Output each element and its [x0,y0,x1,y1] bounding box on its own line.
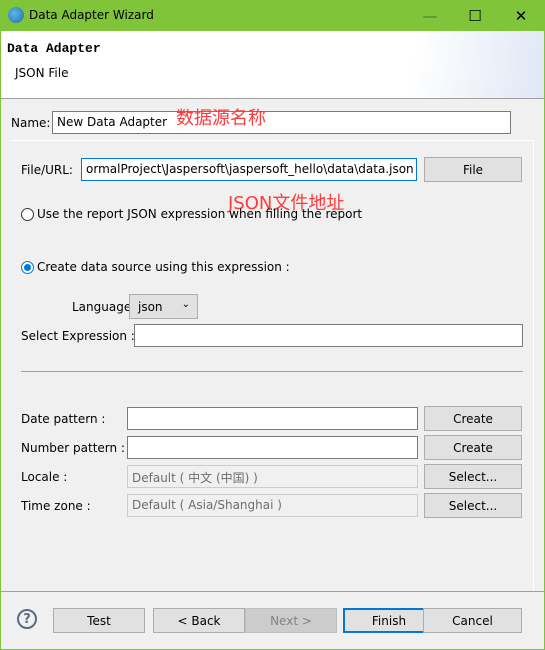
date-pattern-input[interactable] [127,407,418,430]
finish-button[interactable]: Finish [343,608,435,633]
jaspersoft-app-icon [8,7,24,23]
file-button[interactable]: File [424,157,522,182]
date-pattern-label: Date pattern : [21,412,106,426]
time-zone-select-button[interactable]: Select... [424,493,522,518]
radio-create-label: Create data source using this expression… [37,260,290,274]
minimize-button[interactable]: — [407,0,453,31]
file-url-input[interactable]: ormalProject\Jaspersoft\jaspersoft_hello… [81,158,417,181]
radio-create-data-source[interactable] [21,261,34,274]
next-button: Next > [245,608,337,633]
locale-label: Locale : [21,470,68,484]
separator [21,371,523,372]
header-subtitle: JSON File [15,66,69,80]
radio-use-report-expression[interactable] [21,208,34,221]
header-title: Data Adapter [7,41,101,56]
test-button[interactable]: Test [53,608,145,633]
title-bar: Data Adapter Wizard — ☐ ✕ [0,0,545,31]
name-annotation: 数据源名称 [176,108,266,129]
chevron-down-icon: ⌄ [181,299,190,310]
help-icon[interactable]: ? [17,609,37,629]
footer-separator [1,591,544,592]
number-pattern-input[interactable] [127,436,418,459]
time-zone-label: Time zone : [21,499,91,513]
select-expression-input[interactable] [134,324,523,347]
close-button[interactable]: ✕ [498,0,544,31]
name-input[interactable]: New Data Adapter [52,111,511,134]
name-label: Name: [11,116,51,130]
back-button[interactable]: < Back [153,608,245,633]
select-expression-label: Select Expression : [21,329,135,343]
wizard-header: Data Adapter JSON File [1,31,544,99]
language-label: Language [72,300,132,314]
language-select[interactable]: json ⌄ [129,294,198,319]
date-pattern-create-button[interactable]: Create [424,406,522,431]
window-title: Data Adapter Wizard [29,8,154,22]
radio-use-report-label: Use the report JSON expression when fill… [37,207,363,221]
locale-select-button[interactable]: Select... [424,464,522,489]
file-url-label: File/URL: [21,163,73,177]
language-value: json [138,299,163,314]
time-zone-input: Default ( Asia/Shanghai ) [127,494,418,517]
cancel-button[interactable]: Cancel [423,608,522,633]
maximize-button[interactable]: ☐ [452,0,498,31]
number-pattern-create-button[interactable]: Create [424,435,522,460]
number-pattern-label: Number pattern : [21,441,125,455]
locale-input: Default ( 中文 (中国) ) [127,465,418,488]
